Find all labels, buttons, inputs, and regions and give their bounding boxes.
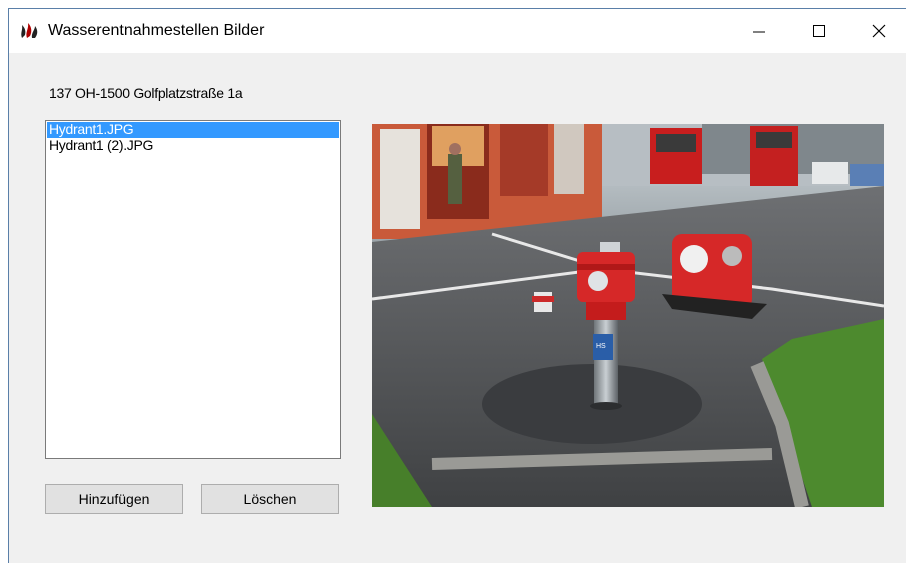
flame-app-icon: [19, 22, 41, 40]
delete-button[interactable]: Löschen: [201, 484, 339, 514]
close-button[interactable]: [851, 9, 906, 53]
add-button[interactable]: Hinzufügen: [45, 484, 183, 514]
hydrant-photo: HS: [372, 124, 884, 507]
maximize-button[interactable]: [791, 9, 847, 53]
close-icon: [872, 24, 886, 38]
list-item[interactable]: Hydrant1 (2).JPG: [47, 138, 339, 154]
app-window: Wasserentnahmestellen Bilder 137 OH-1500…: [8, 8, 906, 563]
minimize-icon: [753, 31, 765, 33]
window-title: Wasserentnahmestellen Bilder: [48, 22, 265, 39]
list-item[interactable]: Hydrant1.JPG: [47, 122, 339, 138]
title-bar[interactable]: Wasserentnahmestellen Bilder: [9, 9, 906, 53]
record-label: 137 OH-1500 Golfplatzstraße 1a: [49, 85, 243, 101]
minimize-button[interactable]: [731, 9, 787, 53]
svg-text:HS: HS: [596, 343, 606, 350]
maximize-icon: [813, 25, 825, 37]
file-listbox[interactable]: Hydrant1.JPG Hydrant1 (2).JPG: [45, 120, 341, 459]
